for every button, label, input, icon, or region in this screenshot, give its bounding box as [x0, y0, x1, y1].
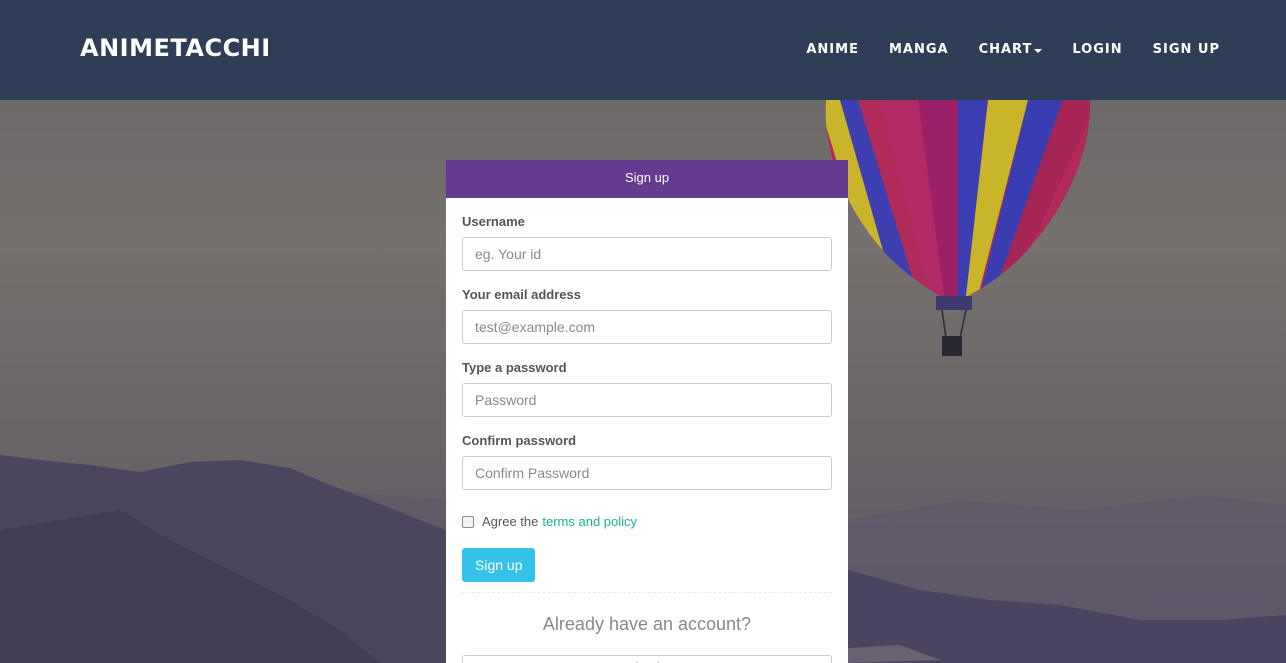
signup-form: Username Your email address Type a passw…	[446, 198, 848, 663]
brand-logo[interactable]: ANIMETACCHI	[80, 34, 271, 62]
terms-policy-link[interactable]: terms and policy	[542, 514, 637, 529]
confirm-password-label: Confirm password	[462, 433, 577, 448]
nav-item-manga[interactable]: MANGA	[889, 42, 949, 57]
agree-terms-checkbox[interactable]	[462, 515, 474, 528]
agree-terms-text: Agree the	[482, 514, 539, 529]
password-input[interactable]	[462, 383, 832, 417]
signup-card: Sign up Username Your email address Type…	[446, 160, 848, 663]
username-input[interactable]	[462, 237, 832, 271]
nav-item-anime[interactable]: ANIME	[806, 42, 859, 57]
agree-terms-row: Agree the terms and policy	[462, 514, 832, 529]
already-have-account-text: Already have an account?	[542, 614, 752, 634]
nav-menu: ANIME MANGA CHART LOGIN SIGN UP	[776, 42, 1220, 57]
confirm-password-input[interactable]	[462, 456, 832, 490]
top-navbar: ANIMETACCHI ANIME MANGA CHART LOGIN SIGN…	[0, 0, 1286, 100]
form-divider	[462, 592, 832, 593]
username-label: Username	[462, 214, 525, 229]
nav-item-chart[interactable]: CHART	[979, 42, 1043, 57]
email-label: Your email address	[462, 287, 581, 302]
caret-down-icon	[1034, 48, 1043, 53]
nav-item-login[interactable]: LOGIN	[1072, 42, 1122, 57]
signin-button[interactable]: Sign in	[462, 655, 832, 663]
signup-card-title: Sign up	[446, 160, 848, 198]
nav-item-signup[interactable]: SIGN UP	[1153, 42, 1220, 57]
hot-air-balloon-illustration	[825, 100, 1091, 356]
signup-submit-button[interactable]: Sign up	[462, 548, 536, 582]
password-label: Type a password	[462, 360, 567, 375]
nav-item-chart-label: CHART	[978, 42, 1033, 57]
email-input[interactable]	[462, 310, 832, 344]
